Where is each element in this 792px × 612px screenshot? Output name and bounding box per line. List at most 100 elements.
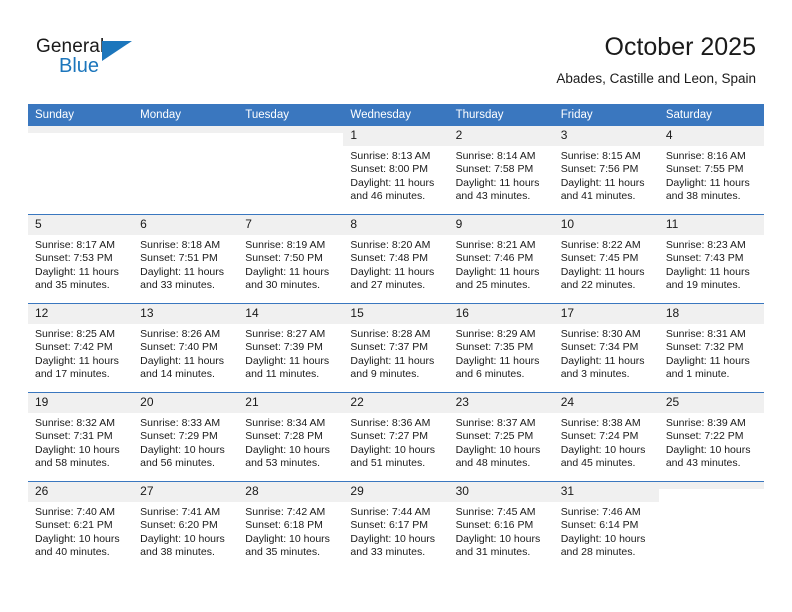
calendar-day-cell[interactable]: 14 Sunrise: 8:27 AM Sunset: 7:39 PM Dayligh…	[238, 303, 344, 393]
calendar-day-cell[interactable]: 9 Sunrise: 8:21 AM Sunset: 7:46 PM Daylight…	[448, 214, 554, 304]
sunset-text: Sunset: 6:20 PM	[140, 519, 218, 532]
calendar-day-cell[interactable]: 20 Sunrise: 8:33 AM Sunset: 7:29 PM Dayligh…	[133, 392, 239, 482]
sunrise-text: Sunrise: 8:37 AM	[455, 417, 536, 429]
day-number: 24	[553, 393, 659, 413]
day-number: 18	[658, 304, 764, 324]
day-number	[133, 126, 239, 133]
calendar-day-cell[interactable]: 16 Sunrise: 8:29 AM Sunset: 7:35 PM Dayligh…	[448, 303, 554, 393]
calendar-day-cell[interactable]: 22 Sunrise: 8:36 AM Sunset: 7:27 PM Dayligh…	[343, 392, 449, 482]
day-number: 29	[343, 482, 449, 502]
weekday-header-sunday: Sunday	[28, 104, 134, 126]
calendar-day-cell[interactable]: 23 Sunrise: 8:37 AM Sunset: 7:25 PM Dayligh…	[448, 392, 554, 482]
day-details: Sunrise: 8:17 AM Sunset: 7:53 PM Daylight:…	[28, 235, 133, 293]
calendar-day-cell[interactable]: 24 Sunrise: 8:38 AM Sunset: 7:24 PM Dayligh…	[553, 392, 659, 482]
calendar-day-cell[interactable]: 31 Sunrise: 7:46 AM Sunset: 6:14 PM Dayligh…	[553, 481, 659, 570]
sunrise-text: Sunrise: 8:20 AM	[350, 239, 431, 251]
day-number: 17	[553, 304, 659, 324]
day-number: 26	[28, 482, 134, 502]
day-number: 14	[238, 304, 344, 324]
day-details: Sunrise: 7:41 AM Sunset: 6:20 PM Daylight:…	[133, 502, 238, 560]
daylight-text: Daylight: 11 hours and 30 minutes.	[245, 265, 330, 292]
weekday-header-row: Sunday Monday Tuesday Wednesday Thursday…	[28, 104, 764, 126]
daylight-text: Daylight: 11 hours and 6 minutes.	[455, 354, 540, 381]
daylight-text: Daylight: 11 hours and 43 minutes.	[455, 176, 540, 203]
daylight-text: Daylight: 10 hours and 33 minutes.	[350, 532, 436, 559]
calendar-day-cell[interactable]: 3 Sunrise: 8:15 AM Sunset: 7:56 PM Daylight…	[553, 126, 659, 215]
calendar-day-cell[interactable]: 19 Sunrise: 8:32 AM Sunset: 7:31 PM Dayligh…	[28, 392, 134, 482]
day-number: 21	[238, 393, 344, 413]
day-details: Sunrise: 8:20 AM Sunset: 7:48 PM Daylight:…	[343, 235, 448, 293]
calendar-day-cell[interactable]: 28 Sunrise: 7:42 AM Sunset: 6:18 PM Dayligh…	[238, 481, 344, 570]
day-details: Sunrise: 7:42 AM Sunset: 6:18 PM Daylight:…	[238, 502, 343, 560]
calendar-day-cell[interactable]: 5 Sunrise: 8:17 AM Sunset: 7:53 PM Daylight…	[28, 214, 134, 304]
calendar-day-cell[interactable]: 11 Sunrise: 8:23 AM Sunset: 7:43 PM Dayligh…	[658, 214, 764, 304]
day-number: 20	[133, 393, 239, 413]
sunset-text: Sunset: 7:58 PM	[455, 163, 534, 176]
calendar-day-cell[interactable]: 6 Sunrise: 8:18 AM Sunset: 7:51 PM Daylight…	[133, 214, 239, 304]
calendar-day-cell[interactable]: 8 Sunrise: 8:20 AM Sunset: 7:48 PM Daylight…	[343, 214, 449, 304]
day-number: 15	[343, 304, 449, 324]
daylight-text: Daylight: 11 hours and 25 minutes.	[455, 265, 540, 292]
day-number: 11	[658, 215, 764, 235]
sunrise-text: Sunrise: 8:34 AM	[245, 417, 326, 429]
weekday-header-wednesday: Wednesday	[343, 104, 449, 126]
day-number: 19	[28, 393, 134, 413]
daylight-text: Daylight: 10 hours and 31 minutes.	[455, 532, 541, 559]
day-number: 3	[553, 126, 659, 146]
sunrise-text: Sunrise: 8:30 AM	[560, 328, 641, 340]
daylight-text: Daylight: 10 hours and 43 minutes.	[665, 443, 751, 470]
day-number: 30	[448, 482, 554, 502]
calendar-day-cell[interactable]: 17 Sunrise: 8:30 AM Sunset: 7:34 PM Dayligh…	[553, 303, 659, 393]
calendar-day-cell[interactable]: 7 Sunrise: 8:19 AM Sunset: 7:50 PM Daylight…	[238, 214, 344, 304]
sunset-text: Sunset: 6:17 PM	[350, 519, 429, 532]
sunset-text: Sunset: 7:46 PM	[455, 252, 534, 265]
calendar-cell-empty	[238, 126, 344, 215]
calendar-day-cell[interactable]: 21 Sunrise: 8:34 AM Sunset: 7:28 PM Dayligh…	[238, 392, 344, 482]
day-details: Sunrise: 8:21 AM Sunset: 7:46 PM Daylight:…	[449, 235, 554, 293]
daylight-text: Daylight: 11 hours and 11 minutes.	[245, 354, 330, 381]
calendar-day-cell[interactable]: 27 Sunrise: 7:41 AM Sunset: 6:20 PM Dayligh…	[133, 481, 239, 570]
calendar-day-cell[interactable]: 29 Sunrise: 7:44 AM Sunset: 6:17 PM Dayligh…	[343, 481, 449, 570]
sunset-text: Sunset: 7:27 PM	[350, 430, 429, 443]
calendar-week-row: 26 Sunrise: 7:40 AM Sunset: 6:21 PM Dayligh…	[28, 481, 764, 570]
location-subtitle: Abades, Castille and Leon, Spain	[556, 71, 756, 86]
sunset-text: Sunset: 7:29 PM	[140, 430, 218, 443]
calendar-day-cell[interactable]: 26 Sunrise: 7:40 AM Sunset: 6:21 PM Dayligh…	[28, 481, 134, 570]
sunrise-text: Sunrise: 8:28 AM	[350, 328, 431, 340]
sunset-text: Sunset: 7:24 PM	[560, 430, 639, 443]
calendar-day-cell[interactable]: 1 Sunrise: 8:13 AM Sunset: 8:00 PM Daylight…	[343, 126, 449, 215]
sunset-text: Sunset: 7:48 PM	[350, 252, 429, 265]
day-number: 5	[28, 215, 134, 235]
sunrise-text: Sunrise: 8:26 AM	[140, 328, 221, 340]
sunset-text: Sunset: 7:40 PM	[140, 341, 218, 354]
calendar-cell-empty	[133, 126, 239, 215]
sunset-text: Sunset: 8:00 PM	[350, 163, 429, 176]
general-blue-logo[interactable]: General Blue	[36, 36, 156, 82]
calendar-week-row: 5 Sunrise: 8:17 AM Sunset: 7:53 PM Daylight…	[28, 214, 764, 304]
day-number: 10	[553, 215, 659, 235]
daylight-text: Daylight: 10 hours and 58 minutes.	[35, 443, 120, 470]
day-number: 12	[28, 304, 134, 324]
sunset-text: Sunset: 6:21 PM	[35, 519, 113, 532]
sunrise-text: Sunrise: 8:32 AM	[35, 417, 115, 429]
sunset-text: Sunset: 7:51 PM	[140, 252, 218, 265]
day-number: 6	[133, 215, 239, 235]
calendar-day-cell[interactable]: 2 Sunrise: 8:14 AM Sunset: 7:58 PM Daylight…	[448, 126, 554, 215]
daylight-text: Daylight: 10 hours and 45 minutes.	[560, 443, 646, 470]
calendar-day-cell[interactable]: 15 Sunrise: 8:28 AM Sunset: 7:37 PM Dayligh…	[343, 303, 449, 393]
calendar-day-cell[interactable]: 4 Sunrise: 8:16 AM Sunset: 7:55 PM Daylight…	[658, 126, 764, 215]
calendar-day-cell[interactable]: 30 Sunrise: 7:45 AM Sunset: 6:16 PM Dayligh…	[448, 481, 554, 570]
calendar-day-cell[interactable]: 12 Sunrise: 8:25 AM Sunset: 7:42 PM Dayligh…	[28, 303, 134, 393]
logo-triangle-icon	[102, 41, 132, 61]
calendar-day-cell[interactable]: 13 Sunrise: 8:26 AM Sunset: 7:40 PM Dayligh…	[133, 303, 239, 393]
weekday-header-thursday: Thursday	[448, 104, 554, 126]
day-details: Sunrise: 8:26 AM Sunset: 7:40 PM Daylight:…	[133, 324, 238, 382]
day-details: Sunrise: 8:37 AM Sunset: 7:25 PM Daylight:…	[449, 413, 554, 471]
calendar-day-cell[interactable]: 10 Sunrise: 8:22 AM Sunset: 7:45 PM Dayligh…	[553, 214, 659, 304]
sunset-text: Sunset: 7:56 PM	[560, 163, 639, 176]
sunrise-text: Sunrise: 8:39 AM	[665, 417, 746, 429]
calendar-day-cell[interactable]: 18 Sunrise: 8:31 AM Sunset: 7:32 PM Dayligh…	[658, 303, 764, 393]
calendar-day-cell[interactable]: 25 Sunrise: 8:39 AM Sunset: 7:22 PM Dayligh…	[658, 392, 764, 482]
day-details: Sunrise: 7:40 AM Sunset: 6:21 PM Daylight:…	[28, 502, 133, 560]
daylight-text: Daylight: 11 hours and 22 minutes.	[560, 265, 645, 292]
